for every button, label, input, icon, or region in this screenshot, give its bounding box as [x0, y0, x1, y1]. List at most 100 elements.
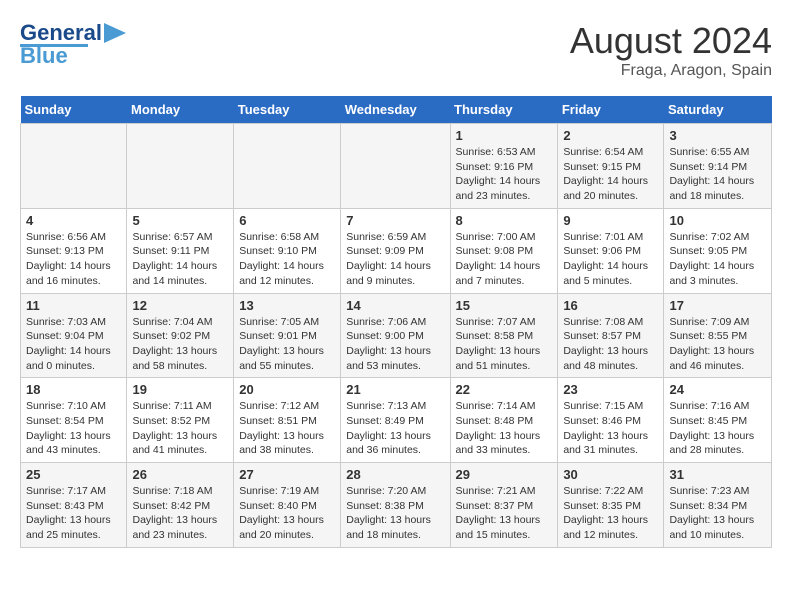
day-header-wednesday: Wednesday [341, 96, 450, 124]
day-number: 17 [669, 298, 766, 313]
calendar-cell: 11 Sunrise: 7:03 AM Sunset: 9:04 PM Dayli… [21, 293, 127, 378]
day-info: Sunrise: 6:57 AM Sunset: 9:11 PM Dayligh… [132, 230, 228, 289]
day-info: Sunrise: 6:53 AM Sunset: 9:16 PM Dayligh… [456, 145, 553, 204]
day-number: 30 [563, 467, 658, 482]
calendar-cell: 6 Sunrise: 6:58 AM Sunset: 9:10 PM Daylig… [234, 208, 341, 293]
day-info: Sunrise: 7:20 AM Sunset: 8:38 PM Dayligh… [346, 484, 444, 543]
day-info: Sunrise: 7:00 AM Sunset: 9:08 PM Dayligh… [456, 230, 553, 289]
logo-text-blue: Blue [20, 43, 68, 69]
day-number: 18 [26, 382, 121, 397]
day-number: 5 [132, 213, 228, 228]
calendar-cell: 18 Sunrise: 7:10 AM Sunset: 8:54 PM Dayli… [21, 378, 127, 463]
day-number: 15 [456, 298, 553, 313]
calendar-cell: 13 Sunrise: 7:05 AM Sunset: 9:01 PM Dayli… [234, 293, 341, 378]
day-info: Sunrise: 7:13 AM Sunset: 8:49 PM Dayligh… [346, 399, 444, 458]
calendar-cell: 14 Sunrise: 7:06 AM Sunset: 9:00 PM Dayli… [341, 293, 450, 378]
day-info: Sunrise: 7:18 AM Sunset: 8:42 PM Dayligh… [132, 484, 228, 543]
header-row: SundayMondayTuesdayWednesdayThursdayFrid… [21, 96, 772, 124]
day-number: 23 [563, 382, 658, 397]
calendar-cell: 1Sunrise: 6:53 AM Sunset: 9:16 PM Daylig… [450, 124, 558, 209]
week-row-2: 4 Sunrise: 6:56 AM Sunset: 9:13 PM Daylig… [21, 208, 772, 293]
day-number: 25 [26, 467, 121, 482]
day-info: Sunrise: 6:59 AM Sunset: 9:09 PM Dayligh… [346, 230, 444, 289]
day-number: 14 [346, 298, 444, 313]
day-number: 24 [669, 382, 766, 397]
calendar-cell [21, 124, 127, 209]
calendar-cell: 7Sunrise: 6:59 AM Sunset: 9:09 PM Daylig… [341, 208, 450, 293]
day-info: Sunrise: 6:55 AM Sunset: 9:14 PM Dayligh… [669, 145, 766, 204]
day-number: 28 [346, 467, 444, 482]
day-number: 31 [669, 467, 766, 482]
week-row-1: 1Sunrise: 6:53 AM Sunset: 9:16 PM Daylig… [21, 124, 772, 209]
day-info: Sunrise: 7:22 AM Sunset: 8:35 PM Dayligh… [563, 484, 658, 543]
calendar-cell [234, 124, 341, 209]
day-info: Sunrise: 7:07 AM Sunset: 8:58 PM Dayligh… [456, 315, 553, 374]
day-info: Sunrise: 7:05 AM Sunset: 9:01 PM Dayligh… [239, 315, 335, 374]
calendar-cell: 19 Sunrise: 7:11 AM Sunset: 8:52 PM Dayli… [127, 378, 234, 463]
day-info: Sunrise: 7:06 AM Sunset: 9:00 PM Dayligh… [346, 315, 444, 374]
calendar-cell: 3 Sunrise: 6:55 AM Sunset: 9:14 PM Daylig… [664, 124, 772, 209]
day-number: 13 [239, 298, 335, 313]
calendar-cell: 21 Sunrise: 7:13 AM Sunset: 8:49 PM Dayli… [341, 378, 450, 463]
calendar-cell: 24 Sunrise: 7:16 AM Sunset: 8:45 PM Dayli… [664, 378, 772, 463]
day-info: Sunrise: 7:04 AM Sunset: 9:02 PM Dayligh… [132, 315, 228, 374]
calendar-cell: 20 Sunrise: 7:12 AM Sunset: 8:51 PM Dayli… [234, 378, 341, 463]
day-number: 19 [132, 382, 228, 397]
day-number: 16 [563, 298, 658, 313]
day-number: 26 [132, 467, 228, 482]
day-number: 3 [669, 128, 766, 143]
day-number: 29 [456, 467, 553, 482]
day-info: Sunrise: 7:09 AM Sunset: 8:55 PM Dayligh… [669, 315, 766, 374]
calendar-cell [127, 124, 234, 209]
day-info: Sunrise: 7:02 AM Sunset: 9:05 PM Dayligh… [669, 230, 766, 289]
calendar-cell: 28 Sunrise: 7:20 AM Sunset: 8:38 PM Dayli… [341, 463, 450, 548]
day-info: Sunrise: 6:58 AM Sunset: 9:10 PM Dayligh… [239, 230, 335, 289]
day-number: 9 [563, 213, 658, 228]
calendar-cell: 16 Sunrise: 7:08 AM Sunset: 8:57 PM Dayli… [558, 293, 664, 378]
week-row-4: 18 Sunrise: 7:10 AM Sunset: 8:54 PM Dayli… [21, 378, 772, 463]
day-header-saturday: Saturday [664, 96, 772, 124]
calendar-cell: 10 Sunrise: 7:02 AM Sunset: 9:05 PM Dayli… [664, 208, 772, 293]
day-info: Sunrise: 7:17 AM Sunset: 8:43 PM Dayligh… [26, 484, 121, 543]
day-number: 22 [456, 382, 553, 397]
day-number: 27 [239, 467, 335, 482]
calendar-cell [341, 124, 450, 209]
calendar-cell: 30 Sunrise: 7:22 AM Sunset: 8:35 PM Dayli… [558, 463, 664, 548]
day-info: Sunrise: 6:56 AM Sunset: 9:13 PM Dayligh… [26, 230, 121, 289]
day-number: 20 [239, 382, 335, 397]
calendar-cell: 4 Sunrise: 6:56 AM Sunset: 9:13 PM Daylig… [21, 208, 127, 293]
calendar-cell: 17 Sunrise: 7:09 AM Sunset: 8:55 PM Dayli… [664, 293, 772, 378]
calendar-cell: 23 Sunrise: 7:15 AM Sunset: 8:46 PM Dayli… [558, 378, 664, 463]
day-info: Sunrise: 7:12 AM Sunset: 8:51 PM Dayligh… [239, 399, 335, 458]
day-info: Sunrise: 7:16 AM Sunset: 8:45 PM Dayligh… [669, 399, 766, 458]
calendar-cell: 2Sunrise: 6:54 AM Sunset: 9:15 PM Daylig… [558, 124, 664, 209]
day-info: Sunrise: 7:03 AM Sunset: 9:04 PM Dayligh… [26, 315, 121, 374]
day-info: Sunrise: 7:08 AM Sunset: 8:57 PM Dayligh… [563, 315, 658, 374]
day-info: Sunrise: 7:01 AM Sunset: 9:06 PM Dayligh… [563, 230, 658, 289]
week-row-3: 11 Sunrise: 7:03 AM Sunset: 9:04 PM Dayli… [21, 293, 772, 378]
day-header-tuesday: Tuesday [234, 96, 341, 124]
day-number: 8 [456, 213, 553, 228]
calendar-cell: 5 Sunrise: 6:57 AM Sunset: 9:11 PM Daylig… [127, 208, 234, 293]
calendar-cell: 27 Sunrise: 7:19 AM Sunset: 8:40 PM Dayli… [234, 463, 341, 548]
calendar-cell: 25 Sunrise: 7:17 AM Sunset: 8:43 PM Dayli… [21, 463, 127, 548]
calendar-cell: 12 Sunrise: 7:04 AM Sunset: 9:02 PM Dayli… [127, 293, 234, 378]
calendar-cell: 15 Sunrise: 7:07 AM Sunset: 8:58 PM Dayli… [450, 293, 558, 378]
day-number: 11 [26, 298, 121, 313]
day-number: 4 [26, 213, 121, 228]
calendar-cell: 9 Sunrise: 7:01 AM Sunset: 9:06 PM Daylig… [558, 208, 664, 293]
day-info: Sunrise: 7:10 AM Sunset: 8:54 PM Dayligh… [26, 399, 121, 458]
day-number: 12 [132, 298, 228, 313]
day-info: Sunrise: 7:19 AM Sunset: 8:40 PM Dayligh… [239, 484, 335, 543]
day-number: 21 [346, 382, 444, 397]
logo: General Blue [20, 20, 126, 69]
calendar-cell: 8 Sunrise: 7:00 AM Sunset: 9:08 PM Daylig… [450, 208, 558, 293]
day-number: 6 [239, 213, 335, 228]
day-info: Sunrise: 7:21 AM Sunset: 8:37 PM Dayligh… [456, 484, 553, 543]
day-info: Sunrise: 7:15 AM Sunset: 8:46 PM Dayligh… [563, 399, 658, 458]
day-info: Sunrise: 6:54 AM Sunset: 9:15 PM Dayligh… [563, 145, 658, 204]
week-row-5: 25 Sunrise: 7:17 AM Sunset: 8:43 PM Dayli… [21, 463, 772, 548]
day-info: Sunrise: 7:11 AM Sunset: 8:52 PM Dayligh… [132, 399, 228, 458]
calendar-table: SundayMondayTuesdayWednesdayThursdayFrid… [20, 96, 772, 548]
day-number: 10 [669, 213, 766, 228]
